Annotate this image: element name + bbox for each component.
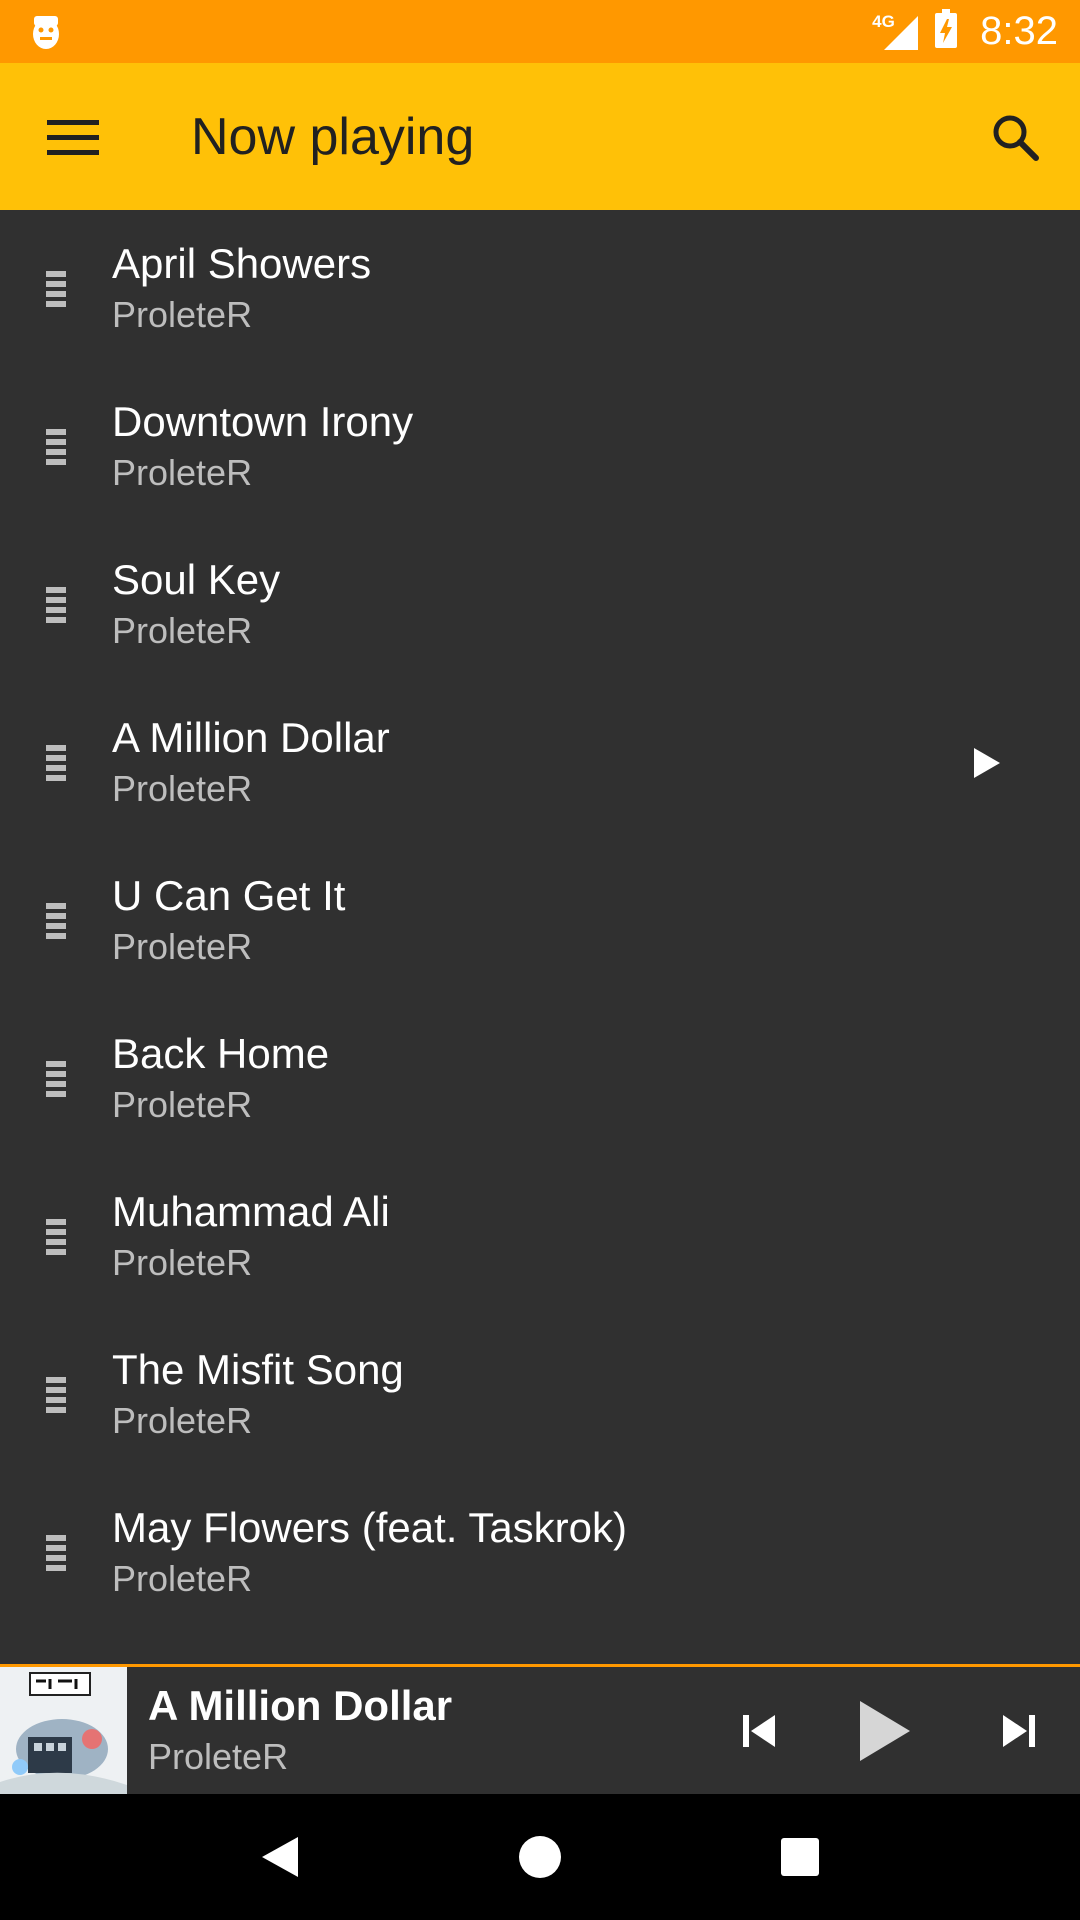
song-artist: ProleteR	[112, 1242, 253, 1283]
mini-player-title: A Million Dollar	[148, 1681, 453, 1729]
song-artist: ProleteR	[112, 1400, 253, 1441]
skip-previous-icon	[743, 1714, 775, 1747]
play-icon	[860, 1700, 910, 1761]
skip-previous-button[interactable]	[714, 1671, 804, 1791]
song-artist: ProleteR	[112, 1558, 253, 1599]
home-button[interactable]	[480, 1797, 600, 1917]
status-clock: 8:32	[980, 9, 1058, 53]
song-title: May Flowers (feat. Taskrok)	[112, 1504, 628, 1551]
song-artist: ProleteR	[112, 610, 253, 651]
search-icon	[993, 115, 1039, 161]
drag-handle-icon[interactable]	[0, 842, 112, 1000]
page-title: Now playing	[191, 107, 475, 166]
drag-handle-icon[interactable]	[0, 684, 112, 842]
list-item[interactable]: U Can Get It ProleteR	[0, 842, 1080, 1000]
menu-icon	[47, 119, 99, 155]
song-artist: ProleteR	[112, 768, 253, 809]
list-item[interactable]: Soul Key ProleteR	[0, 526, 1080, 684]
battery-charging-icon	[934, 9, 958, 54]
drag-handle-icon[interactable]	[0, 1158, 112, 1316]
home-icon	[519, 1836, 561, 1878]
queue-list[interactable]: April Showers ProleteR Downtown Irony Pr…	[0, 210, 1080, 1666]
back-button[interactable]	[220, 1797, 340, 1917]
song-title: Muhammad Ali	[112, 1188, 390, 1235]
drag-handle-icon[interactable]	[0, 368, 112, 526]
list-item[interactable]: Back Home ProleteR	[0, 1000, 1080, 1158]
recents-button[interactable]	[740, 1797, 860, 1917]
mini-player-artist: ProleteR	[148, 1735, 289, 1777]
skip-next-button[interactable]	[974, 1671, 1064, 1791]
song-artist: ProleteR	[112, 1084, 253, 1125]
song-artist: ProleteR	[112, 926, 253, 967]
drag-handle-icon[interactable]	[0, 1000, 112, 1158]
now-playing-icon	[974, 748, 1000, 778]
song-title: The Misfit Song	[112, 1346, 404, 1393]
back-icon	[262, 1837, 298, 1877]
signal-icon: 4G	[872, 12, 920, 52]
skip-next-icon	[1003, 1714, 1035, 1747]
app-bar: Now playing	[0, 63, 1080, 210]
drag-handle-icon[interactable]	[0, 1316, 112, 1474]
list-item[interactable]: The Misfit Song ProleteR	[0, 1316, 1080, 1474]
song-title: U Can Get It	[112, 872, 346, 919]
list-item[interactable]: Muhammad Ali ProleteR	[0, 1158, 1080, 1316]
play-button[interactable]	[834, 1671, 934, 1791]
drag-handle-icon[interactable]	[0, 210, 112, 368]
song-title: Back Home	[112, 1030, 330, 1077]
song-title: Soul Key	[112, 556, 281, 603]
drag-handle-icon[interactable]	[0, 526, 112, 684]
list-item[interactable]: Downtown Irony ProleteR	[0, 368, 1080, 526]
song-artist: ProleteR	[112, 294, 253, 335]
list-item[interactable]: May Flowers (feat. Taskrok) ProleteR	[0, 1474, 1080, 1632]
search-button[interactable]	[950, 63, 1080, 210]
app-notification-icon	[28, 12, 64, 52]
song-title: Downtown Irony	[112, 398, 414, 445]
album-art[interactable]	[0, 1667, 127, 1794]
song-artist: ProleteR	[112, 452, 253, 493]
list-item[interactable]: April Showers ProleteR	[0, 210, 1080, 368]
list-item-now-playing[interactable]: A Million Dollar ProleteR	[0, 684, 1080, 842]
song-title: April Showers	[112, 240, 372, 287]
recents-icon	[781, 1838, 819, 1876]
status-bar: 4G 8:32	[0, 0, 1080, 63]
system-nav-bar	[0, 1794, 1080, 1920]
song-title: A Million Dollar	[112, 714, 390, 761]
menu-button[interactable]	[0, 63, 146, 210]
drag-handle-icon[interactable]	[0, 1474, 112, 1632]
mini-player[interactable]: A Million Dollar ProleteR	[0, 1664, 1080, 1794]
